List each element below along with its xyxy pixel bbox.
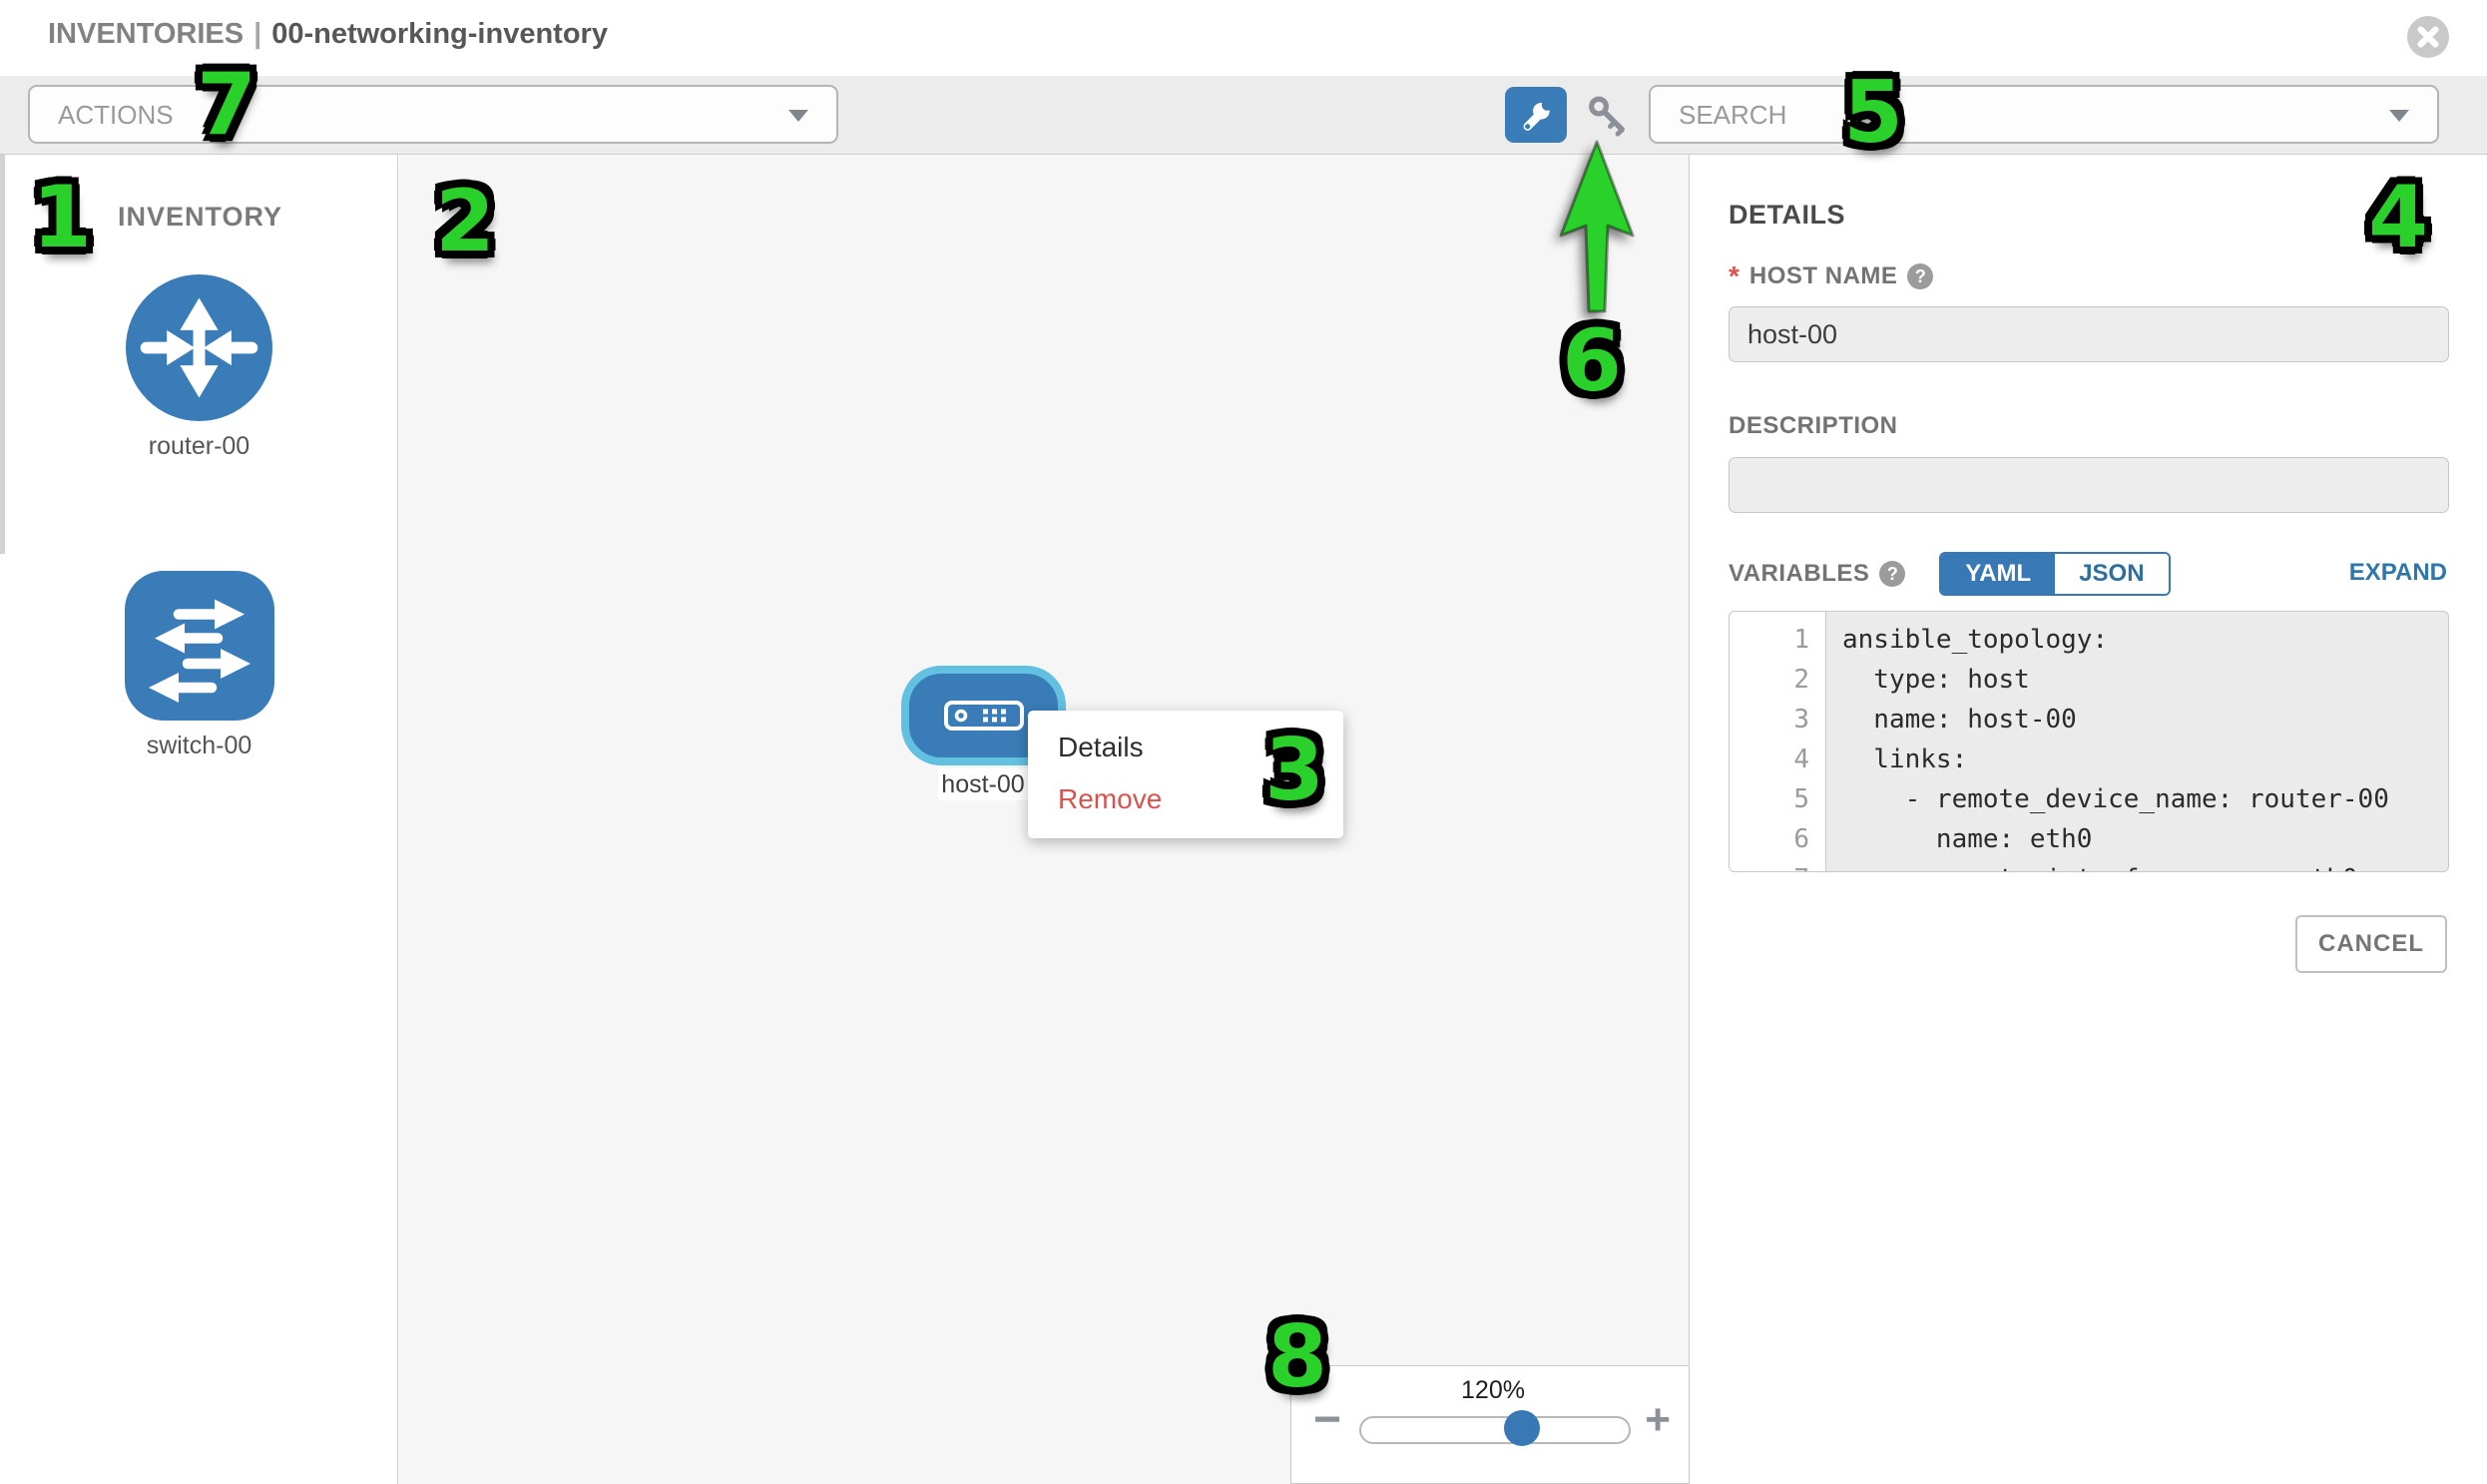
chevron-down-icon <box>2389 110 2409 122</box>
key-legend-button[interactable] <box>1583 92 1635 138</box>
toggle-json-button[interactable]: JSON <box>2055 554 2168 594</box>
expand-link[interactable]: EXPAND <box>2349 559 2447 587</box>
router-icon <box>126 274 272 421</box>
inventory-topology-screen: INVENTORIES | 00-networking-inventory ACTI… <box>0 0 2487 1484</box>
code-line: 1ansible_topology: <box>1730 620 2448 660</box>
actions-dropdown-label: ACTIONS <box>58 100 174 131</box>
code-line: 3 name: host-00 <box>1730 700 2448 740</box>
actions-dropdown[interactable]: ACTIONS <box>28 85 838 144</box>
page-header: INVENTORIES | 00-networking-inventory <box>0 0 2487 76</box>
variables-format-toggle: YAML JSON <box>1939 552 2170 596</box>
zoom-control-panel: 120% − + <box>1290 1365 1690 1484</box>
sidebar-item-label: router-00 <box>0 432 398 461</box>
breadcrumb-inventory-name: 00-networking-inventory <box>271 18 608 50</box>
inventory-sidebar: INVENTORY router-00 <box>0 155 398 1484</box>
line-number: 3 <box>1730 700 1825 740</box>
host-name-input[interactable] <box>1729 306 2449 362</box>
code-line: 6 name: eth0 <box>1730 819 2448 859</box>
search-dropdown[interactable]: SEARCH <box>1649 85 2439 144</box>
switch-icon <box>125 571 274 721</box>
zoom-slider-track[interactable] <box>1359 1416 1631 1444</box>
context-menu-item-details[interactable]: Details <box>1028 721 1343 774</box>
code-text: - remote_device_name: router-00 <box>1825 779 2389 819</box>
code-text: type: host <box>1825 660 2030 700</box>
variables-label: VARIABLES <box>1729 560 1869 588</box>
help-question-icon[interactable]: ? <box>1879 561 1905 587</box>
code-text: links: <box>1825 740 1967 779</box>
description-input[interactable] <box>1729 457 2449 513</box>
code-text: ansible_topology: <box>1825 620 2108 660</box>
close-button[interactable] <box>2407 16 2449 58</box>
context-menu: Details Remove <box>1028 711 1343 838</box>
breadcrumb: INVENTORIES | 00-networking-inventory <box>48 18 608 51</box>
toggle-yaml-button[interactable]: YAML <box>1941 554 2055 594</box>
host-node-label: host-00 <box>938 768 1028 800</box>
sidebar-item-label: switch-00 <box>0 732 398 760</box>
line-number: 2 <box>1730 660 1825 700</box>
code-lines: 1ansible_topology: 2 type: host 3 name: … <box>1730 620 2448 872</box>
search-dropdown-label: SEARCH <box>1679 100 1786 131</box>
context-menu-item-remove[interactable]: Remove <box>1028 772 1343 826</box>
code-line: 7 remote_interface_name: eth0 <box>1730 859 2448 872</box>
code-text: name: host-00 <box>1825 700 2077 740</box>
description-label: DESCRIPTION <box>1729 412 1898 440</box>
line-number: 1 <box>1730 620 1825 660</box>
zoom-level-value: 120% <box>1359 1376 1627 1405</box>
zoom-out-button[interactable]: − <box>1313 1396 1341 1444</box>
host-name-label-row: * HOST NAME ? <box>1729 260 1933 292</box>
host-name-label: HOST NAME <box>1749 262 1898 290</box>
line-number: 6 <box>1730 819 1825 859</box>
breadcrumb-divider: | <box>253 18 261 50</box>
wrench-icon <box>1517 97 1555 135</box>
zoom-slider-thumb[interactable] <box>1504 1410 1540 1446</box>
key-icon <box>1583 92 1635 138</box>
required-asterisk: * <box>1729 260 1740 292</box>
description-label-row: DESCRIPTION <box>1729 412 1898 440</box>
code-text: remote_interface_name: eth0 <box>1825 859 2358 872</box>
code-line: 4 links: <box>1730 740 2448 779</box>
line-number: 7 <box>1730 859 1825 872</box>
topology-toolbar: ACTIONS SEARCH <box>0 76 2487 155</box>
code-line: 5 - remote_device_name: router-00 <box>1730 779 2448 819</box>
cancel-button[interactable]: CANCEL <box>2295 915 2447 973</box>
sidebar-item-router[interactable]: router-00 <box>0 274 398 461</box>
line-number: 5 <box>1730 779 1825 819</box>
close-icon <box>2407 16 2449 58</box>
code-text: name: eth0 <box>1825 819 2092 859</box>
tools-button[interactable] <box>1505 87 1567 143</box>
code-line: 2 type: host <box>1730 660 2448 700</box>
details-panel-title: DETAILS <box>1729 200 1845 231</box>
variables-row: VARIABLES ? YAML JSON <box>1729 552 2171 596</box>
details-panel: DETAILS * HOST NAME ? DESCRIPTION VARIAB… <box>1690 155 2487 1484</box>
help-question-icon[interactable]: ? <box>1907 263 1933 289</box>
host-icon <box>944 701 1024 731</box>
sidebar-item-switch[interactable]: switch-00 <box>0 571 398 760</box>
breadcrumb-section: INVENTORIES <box>48 18 244 50</box>
chevron-down-icon <box>788 110 808 122</box>
zoom-in-button[interactable]: + <box>1645 1396 1671 1444</box>
topology-canvas[interactable]: host-00 Details Remove 120% − + <box>399 155 1690 1484</box>
variables-code-editor[interactable]: 1ansible_topology: 2 type: host 3 name: … <box>1729 611 2449 872</box>
sidebar-title: INVENTORY <box>118 202 282 233</box>
line-number: 4 <box>1730 740 1825 779</box>
